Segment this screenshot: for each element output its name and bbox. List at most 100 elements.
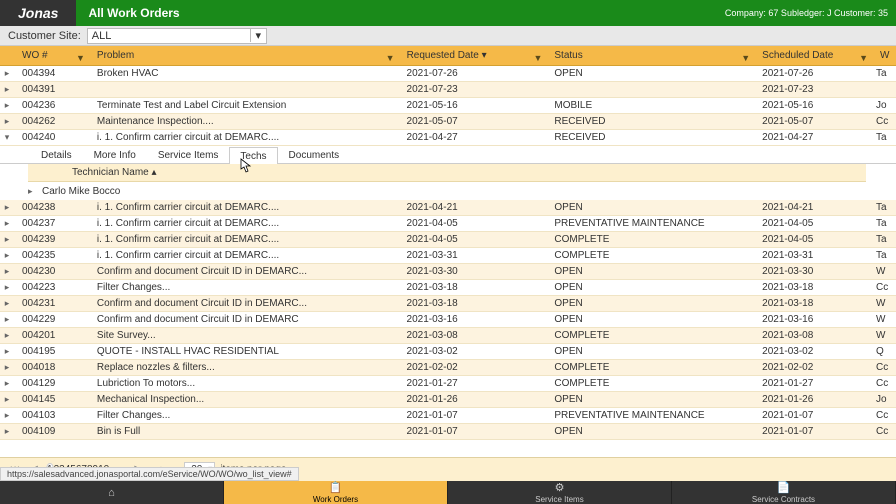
table-row[interactable]: ▸004145Mechanical Inspection...2021-01-2… (0, 392, 896, 408)
table-row[interactable]: ▸004129Lubriction To motors...2021-01-27… (0, 376, 896, 392)
row-expander-icon[interactable]: ▸ (0, 68, 14, 79)
filter-icon[interactable]: ▼ (859, 53, 868, 63)
table-row[interactable]: ▸004201Site Survey...2021-03-08COMPLETE2… (0, 328, 896, 344)
row-expander-icon[interactable]: ▸ (0, 202, 14, 213)
table-row[interactable]: ▸004238i. 1. Confirm carrier circuit at … (0, 200, 896, 216)
col-status[interactable]: Status▼ (546, 50, 754, 61)
cell-requested: 2021-01-26 (399, 394, 547, 405)
filter-icon[interactable]: ▼ (386, 53, 395, 63)
table-row[interactable]: ▾004240i. 1. Confirm carrier circuit at … (0, 130, 896, 146)
row-expander-icon[interactable]: ▸ (0, 394, 14, 405)
cell-requested: 2021-05-07 (399, 116, 547, 127)
cell-wo: 004103 (14, 410, 89, 421)
cell-last: W (872, 314, 896, 325)
table-row[interactable]: ▸004018Replace nozzles & filters...2021-… (0, 360, 896, 376)
cell-requested: 2021-04-05 (399, 218, 547, 229)
cell-requested: 2021-03-16 (399, 314, 547, 325)
tab-details[interactable]: Details (30, 146, 83, 163)
col-requested-date[interactable]: Requested Date ▾▼ (399, 50, 547, 61)
row-expander-icon[interactable]: ▾ (0, 132, 14, 143)
bottom-nav-workorders[interactable]: 📋Work Orders (224, 481, 448, 504)
cell-status: OPEN (546, 346, 754, 357)
cell-problem: i. 1. Confirm carrier circuit at DEMARC.… (89, 202, 399, 213)
tab-service-items[interactable]: Service Items (147, 146, 230, 163)
bottom-nav-contracts[interactable]: 📄Service Contracts (672, 481, 896, 504)
table-header: WO #▼ Problem▼ Requested Date ▾▼ Status▼… (0, 46, 896, 66)
row-expander-icon[interactable]: ▸ (0, 330, 14, 341)
cell-status: OPEN (546, 202, 754, 213)
table-row[interactable]: ▸004223Filter Changes...2021-03-18OPEN20… (0, 280, 896, 296)
row-expander-icon[interactable]: ▸ (0, 100, 14, 111)
row-expander-icon[interactable]: ▸ (0, 298, 14, 309)
col-wo[interactable]: WO #▼ (14, 50, 89, 61)
tab-more-info[interactable]: More Info (83, 146, 147, 163)
col-last[interactable]: W (872, 50, 896, 61)
cell-problem: QUOTE - INSTALL HVAC RESIDENTIAL (89, 346, 399, 357)
table-row[interactable]: ▸004103Filter Changes...2021-01-07PREVEN… (0, 408, 896, 424)
table-row[interactable]: ▸004109Bin is Full2021-01-07OPEN2021-01-… (0, 424, 896, 440)
customer-site-label: Customer Site: (8, 30, 81, 42)
row-expander-icon[interactable]: ▸ (0, 84, 14, 95)
row-expander-icon[interactable]: ▸ (0, 346, 14, 357)
cell-last: Q (872, 346, 896, 357)
cell-scheduled: 2021-03-30 (754, 266, 872, 277)
cell-wo: 004145 (14, 394, 89, 405)
row-expander-icon[interactable]: ▸ (0, 314, 14, 325)
tech-expander-icon[interactable]: ▸ (28, 186, 42, 197)
cell-problem: i. 1. Confirm carrier circuit at DEMARC.… (89, 250, 399, 261)
cell-requested: 2021-01-07 (399, 426, 547, 437)
table-row[interactable]: ▸004262Maintenance Inspection....2021-05… (0, 114, 896, 130)
tech-name: Carlo Mike Bocco (42, 186, 120, 197)
filter-icon[interactable]: ▼ (76, 53, 85, 63)
row-expander-icon[interactable]: ▸ (0, 410, 14, 421)
cell-last: W (872, 330, 896, 341)
row-expander-icon[interactable]: ▸ (0, 426, 14, 437)
filter-icon[interactable]: ▼ (741, 53, 750, 63)
cell-scheduled: 2021-03-18 (754, 298, 872, 309)
filter-icon[interactable]: ▼ (533, 53, 542, 63)
cell-status: MOBILE (546, 100, 754, 111)
table-row[interactable]: ▸0043912021-07-232021-07-23 (0, 82, 896, 98)
table-row[interactable]: ▸004235i. 1. Confirm carrier circuit at … (0, 248, 896, 264)
table-row[interactable]: ▸004231Confirm and document Circuit ID i… (0, 296, 896, 312)
top-context[interactable]: Company: 67 Subledger: J Customer: 35 (725, 8, 896, 18)
table-row[interactable]: ▸004229Confirm and document Circuit ID i… (0, 312, 896, 328)
tab-documents[interactable]: Documents (278, 146, 351, 163)
cell-last: Cc (872, 410, 896, 421)
table-row[interactable]: ▸004239i. 1. Confirm carrier circuit at … (0, 232, 896, 248)
cell-problem: Filter Changes... (89, 282, 399, 293)
table-row[interactable]: ▸004394Broken HVAC2021-07-26OPEN2021-07-… (0, 66, 896, 82)
row-expander-icon[interactable]: ▸ (0, 378, 14, 389)
row-expander-icon[interactable]: ▸ (0, 234, 14, 245)
cell-status: OPEN (546, 266, 754, 277)
tech-header[interactable]: Technician Name ▴ (28, 164, 866, 182)
tech-row[interactable]: ▸ Carlo Mike Bocco (0, 182, 896, 200)
row-expander-icon[interactable]: ▸ (0, 282, 14, 293)
row-expander-icon[interactable]: ▸ (0, 116, 14, 127)
bottom-nav-home[interactable]: ⌂ (0, 481, 224, 504)
table-row[interactable]: ▸004237i. 1. Confirm carrier circuit at … (0, 216, 896, 232)
cell-problem: i. 1. Confirm carrier circuit at DEMARC.… (89, 234, 399, 245)
brand-logo[interactable]: Jonas (0, 0, 76, 26)
cell-wo: 004109 (14, 426, 89, 437)
cell-status: OPEN (546, 298, 754, 309)
col-scheduled-date[interactable]: Scheduled Date▼ (754, 50, 872, 61)
row-expander-icon[interactable]: ▸ (0, 218, 14, 229)
table-row[interactable]: ▸004230Confirm and document Circuit ID i… (0, 264, 896, 280)
cell-requested: 2021-03-30 (399, 266, 547, 277)
cell-problem: Filter Changes... (89, 410, 399, 421)
customer-site-value: ALL (92, 30, 112, 42)
customer-site-select[interactable]: ALL ▾ (87, 28, 267, 44)
row-expander-icon[interactable]: ▸ (0, 250, 14, 261)
row-expander-icon[interactable]: ▸ (0, 362, 14, 373)
row-expander-icon[interactable]: ▸ (0, 266, 14, 277)
col-problem[interactable]: Problem▼ (89, 50, 399, 61)
table-row[interactable]: ▸004195QUOTE - INSTALL HVAC RESIDENTIAL2… (0, 344, 896, 360)
cell-requested: 2021-04-27 (399, 132, 547, 143)
cell-last: W (872, 298, 896, 309)
dropdown-icon[interactable]: ▾ (250, 29, 266, 42)
tab-techs[interactable]: Techs (229, 147, 277, 164)
table-row[interactable]: ▸004236Terminate Test and Label Circuit … (0, 98, 896, 114)
bottom-nav-serviceitems[interactable]: ⚙Service Items (448, 481, 672, 504)
cell-scheduled: 2021-04-05 (754, 218, 872, 229)
